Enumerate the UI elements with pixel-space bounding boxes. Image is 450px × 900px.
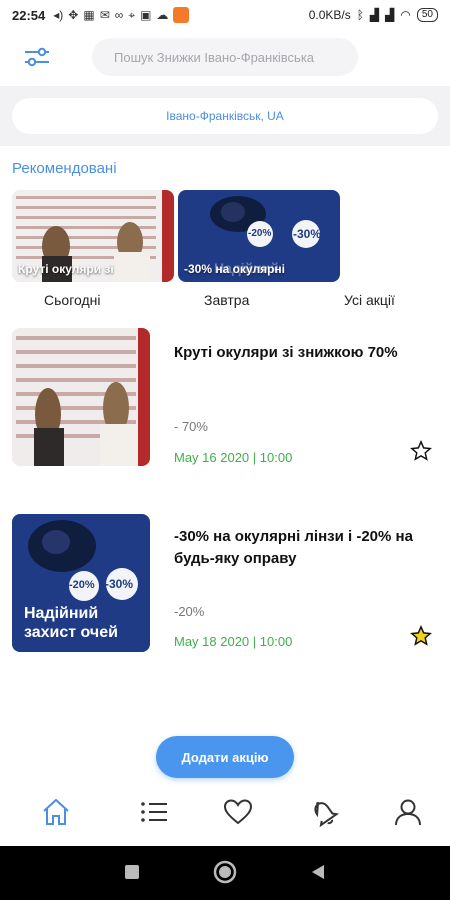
battery-icon: 50 (416, 8, 438, 22)
wifi-icon: ◠ (400, 8, 411, 22)
item-title: -30% на окулярні лінзи і -20% на будь-як… (174, 528, 413, 567)
location-selector[interactable]: Івано-Франківськ, UA (12, 98, 438, 134)
promo-badge-small: -20% (248, 228, 272, 239)
move-icon: ✥ (68, 8, 79, 22)
favorite-star-icon[interactable] (410, 625, 432, 647)
qr-icon: ▦ (83, 8, 95, 22)
item-image-badge-small: -20% (69, 579, 95, 591)
status-right: 0.0KB/s ᛒ ▟ ▟ ◠ 50 (309, 8, 438, 22)
recommended-title: Рекомендовані (12, 160, 117, 177)
app-header: Пошук Знижки Івано-Франківська (0, 30, 450, 86)
search-input[interactable]: Пошук Знижки Івано-Франківська (92, 38, 358, 76)
location-panel: Івано-Франківськ, UA (0, 86, 450, 146)
recents-icon[interactable] (124, 864, 140, 880)
status-bar: 22:54 ◂) ✥ ▦ ✉ ∞ ⌖ ▣ ☁ 0.0KB/s ᛒ ▟ ▟ ◠ 5… (0, 0, 450, 30)
tab-tomorrow[interactable]: Завтра (204, 292, 249, 308)
item-discount: -20% (174, 604, 205, 619)
recommended-card[interactable]: Круті окуляри зі (12, 190, 174, 282)
item-date: May 16 2020 | 10:00 (174, 450, 293, 465)
cloud-icon: ☁ (156, 8, 169, 22)
promo-badge-large: -30% (293, 227, 322, 241)
recommended-card[interactable]: -20% -30% Надійний -30% на окулярні (178, 190, 340, 282)
system-nav-bar (0, 846, 450, 900)
item-image (12, 328, 150, 466)
add-deal-label: Додати акцію (181, 749, 269, 765)
back-icon[interactable] (310, 864, 326, 880)
item-title: Круті окуляри зі знижкою 70% (174, 344, 398, 361)
bottom-nav (0, 786, 450, 842)
item-image-text: Надійний захист очей (24, 605, 118, 641)
home-circle-icon[interactable] (213, 860, 237, 884)
date-tabs: Сьогодні Завтра Усі акції (0, 290, 450, 314)
favorite-star-icon[interactable] (410, 440, 432, 462)
item-image-badge-large: -30% (105, 577, 134, 591)
glasses-icon: ∞ (114, 8, 124, 22)
signal-icon-2: ▟ (385, 8, 395, 22)
home-icon[interactable] (40, 796, 72, 828)
item-date: May 18 2020 | 10:00 (174, 634, 293, 649)
status-left-icons: ◂) ✥ ▦ ✉ ∞ ⌖ ▣ ☁ (53, 7, 190, 23)
volume-icon: ◂) (53, 8, 64, 22)
signal-icon: ▟ (369, 8, 380, 22)
add-deal-button[interactable]: Додати акцію (156, 736, 294, 778)
network-speed: 0.0KB/s (308, 8, 351, 22)
tab-all-deals[interactable]: Усі акції (344, 292, 395, 308)
mail-icon: ✉ (99, 8, 110, 22)
app-icon (173, 7, 190, 23)
item-discount: - 70% (174, 419, 208, 434)
user-icon[interactable] (392, 796, 424, 828)
recommended-card-caption: -30% на окулярні (184, 262, 285, 276)
location-icon: ⌖ (128, 7, 136, 22)
recommended-card-caption: Круті окуляри зі (18, 262, 114, 276)
image-icon: ▣ (140, 8, 152, 22)
bell-icon[interactable] (308, 796, 340, 828)
filter-icon[interactable] (22, 44, 52, 70)
tab-today[interactable]: Сьогодні (44, 292, 100, 308)
heart-icon[interactable] (222, 796, 254, 828)
bluetooth-icon: ᛒ (356, 8, 364, 22)
list-icon[interactable] (138, 796, 170, 828)
location-label: Івано-Франківськ, UA (166, 109, 284, 123)
status-time: 22:54 (12, 7, 46, 23)
search-placeholder: Пошук Знижки Івано-Франківська (114, 49, 315, 65)
